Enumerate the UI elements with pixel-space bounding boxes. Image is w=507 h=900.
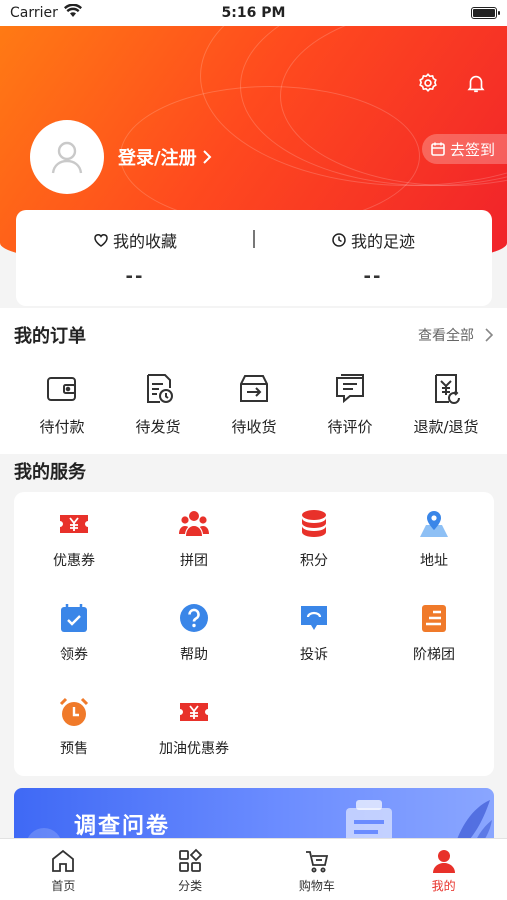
service-group-buy[interactable]: 拼团 — [134, 508, 254, 570]
user-placeholder-icon — [51, 141, 83, 174]
order-label: 退款/退货 — [413, 418, 479, 436]
service-coupon[interactable]: 优惠券 — [14, 508, 134, 570]
receive-box-icon — [240, 375, 268, 402]
survey-banner-title: 调查问卷 — [74, 814, 171, 839]
history-label: 我的足迹 — [350, 232, 415, 251]
carrier-label: Carrier — [10, 5, 58, 21]
service-presale[interactable]: 预售 — [14, 696, 134, 758]
service-label: 积分 — [300, 553, 328, 569]
order-label: 待收货 — [231, 418, 277, 436]
service-label: 拼团 — [180, 553, 208, 569]
profile-icon — [432, 850, 455, 873]
services-title: 我的服务 — [14, 462, 86, 483]
location-icon — [420, 511, 448, 537]
favorites-count: -- — [125, 266, 145, 287]
clock-icon — [332, 233, 346, 247]
alarm-clock-icon — [59, 697, 89, 726]
help-icon — [180, 604, 208, 632]
order-pending-review[interactable]: 待评价 — [302, 372, 398, 437]
order-refund[interactable]: 退款/退货 — [398, 372, 494, 437]
order-label: 待付款 — [39, 418, 85, 436]
service-label: 帮助 — [180, 647, 208, 663]
favorites-history-card: 我的收藏 -- 我的足迹 -- — [16, 210, 492, 306]
view-all-label: 查看全部 — [418, 328, 474, 344]
tab-category[interactable]: 分类 — [127, 839, 254, 900]
tab-cart[interactable]: 购物车 — [254, 839, 381, 900]
service-label: 地址 — [420, 553, 448, 569]
points-icon — [302, 510, 326, 537]
my-orders-section: 我的订单 查看全部 待付款 待发货 待收货 待评价 退款/退货 — [0, 308, 507, 454]
wallet-icon — [47, 377, 76, 401]
login-register-link[interactable]: 登录/注册 — [118, 144, 213, 170]
history-count: -- — [363, 266, 383, 287]
wifi-icon — [63, 3, 82, 22]
ladder-group-icon — [422, 605, 446, 632]
fuel-coupon-icon — [180, 703, 208, 721]
calendar-icon — [431, 142, 445, 156]
checkin-label: 去签到 — [449, 140, 495, 159]
settings-gear-icon[interactable] — [417, 72, 439, 98]
service-label: 领券 — [60, 647, 88, 663]
complaint-icon — [301, 606, 327, 630]
service-label: 优惠券 — [53, 553, 95, 569]
review-icon — [336, 374, 364, 404]
service-claim-coupon[interactable]: 领券 — [14, 602, 134, 664]
service-ladder-group[interactable]: 阶梯团 — [374, 602, 494, 664]
checkin-button[interactable]: 去签到 — [421, 134, 507, 164]
home-icon — [52, 849, 75, 872]
favorites-label: 我的收藏 — [112, 232, 177, 251]
service-help[interactable]: 帮助 — [134, 602, 254, 664]
tab-label: 分类 — [178, 879, 203, 893]
divider — [253, 230, 255, 248]
tab-label: 首页 — [51, 879, 76, 893]
order-label: 待评价 — [327, 418, 373, 436]
orders-title: 我的订单 — [14, 326, 86, 347]
calendar-check-icon — [61, 604, 87, 632]
cart-icon — [305, 851, 328, 873]
tab-home[interactable]: 首页 — [0, 839, 127, 900]
tab-label: 购物车 — [298, 879, 335, 893]
pending-ship-icon — [147, 374, 173, 403]
service-label: 加油优惠券 — [159, 741, 229, 757]
history-tab[interactable]: 我的足迹 -- — [254, 228, 492, 287]
order-pending-payment[interactable]: 待付款 — [14, 372, 110, 437]
chevron-right-icon — [485, 328, 493, 342]
service-label: 投诉 — [300, 647, 328, 663]
avatar[interactable] — [30, 120, 104, 194]
status-bar: Carrier 5:16 PM — [0, 0, 507, 26]
heart-icon — [94, 234, 108, 247]
chevron-right-icon — [202, 150, 211, 164]
order-pending-receipt[interactable]: 待收货 — [206, 372, 302, 437]
group-icon — [179, 511, 209, 536]
service-points[interactable]: 积分 — [254, 508, 374, 570]
coupon-icon — [60, 515, 88, 533]
service-complaint[interactable]: 投诉 — [254, 602, 374, 664]
notification-bell-icon[interactable] — [465, 72, 487, 98]
login-register-label: 登录/注册 — [118, 148, 197, 169]
service-label: 阶梯团 — [413, 647, 455, 663]
my-services-grid: 优惠券 拼团 积分 地址 领券 帮助 投诉 阶梯团 预售 加油优惠券 — [14, 492, 494, 776]
order-pending-shipment[interactable]: 待发货 — [110, 372, 206, 437]
favorites-tab[interactable]: 我的收藏 -- — [16, 228, 254, 287]
service-fuel-coupon[interactable]: 加油优惠券 — [134, 696, 254, 758]
bottom-tab-bar: 首页 分类 购物车 我的 — [0, 838, 507, 900]
category-icon — [179, 848, 203, 872]
tab-label: 我的 — [431, 879, 456, 893]
order-label: 待发货 — [135, 418, 181, 436]
battery-icon — [471, 7, 500, 19]
service-address[interactable]: 地址 — [374, 508, 494, 570]
tab-profile[interactable]: 我的 — [380, 839, 507, 900]
refund-icon — [435, 374, 460, 404]
service-label: 预售 — [60, 741, 88, 757]
view-all-orders-link[interactable]: 查看全部 — [418, 325, 493, 345]
